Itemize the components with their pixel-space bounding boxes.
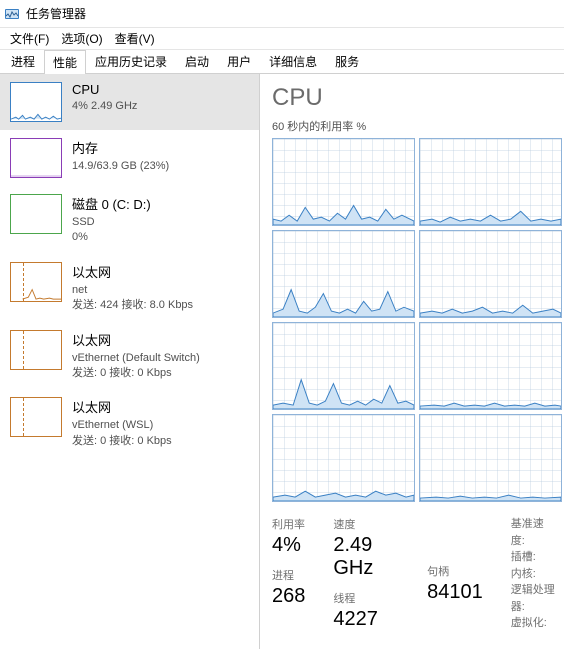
ethernet-thumb-icon bbox=[10, 397, 62, 437]
sidebar-item-cpu[interactable]: CPU 4% 2.49 GHz bbox=[0, 74, 259, 130]
chart-caption: 60 秒内的利用率 % bbox=[272, 118, 564, 134]
stat-label: 线程 bbox=[333, 590, 399, 606]
tabbar: 进程 性能 应用历史记录 启动 用户 详细信息 服务 bbox=[0, 50, 564, 74]
stats-row: 利用率 4% 进程 268 速度 2.49 GHz 线程 4227 句柄 841… bbox=[272, 516, 564, 632]
sidebar-item-label: CPU bbox=[72, 82, 249, 97]
tab-processes[interactable]: 进程 bbox=[2, 49, 44, 73]
content-area: CPU 4% 2.49 GHz 内存 14.9/63.9 GB (23%) 磁盘… bbox=[0, 74, 564, 649]
sidebar-item-sub: 14.9/63.9 GB (23%) bbox=[72, 159, 249, 174]
sidebar-item-sub2: 发送: 0 接收: 0 Kbps bbox=[72, 366, 249, 381]
menu-file[interactable]: 文件(F) bbox=[4, 28, 55, 49]
tab-details[interactable]: 详细信息 bbox=[260, 49, 326, 73]
sidebar-item-ethernet-wsl[interactable]: 以太网 vEthernet (WSL) 发送: 0 接收: 0 Kbps bbox=[0, 389, 259, 457]
sidebar-item-sub2: 发送: 424 接收: 8.0 Kbps bbox=[72, 298, 249, 313]
sidebar-item-sub2: 发送: 0 接收: 0 Kbps bbox=[72, 434, 249, 449]
stat-label: 进程 bbox=[272, 567, 305, 583]
ethernet-thumb-icon bbox=[10, 262, 62, 302]
sidebar-item-label: 以太网 bbox=[72, 330, 249, 349]
stat-label bbox=[427, 516, 483, 528]
cpu-core-chart bbox=[272, 414, 415, 502]
tab-users[interactable]: 用户 bbox=[218, 49, 260, 73]
sidebar-item-label: 磁盘 0 (C: D:) bbox=[72, 194, 249, 213]
disk-thumb-icon bbox=[10, 194, 62, 234]
stat-value-handles: 84101 bbox=[427, 581, 483, 604]
sidebar-item-sub2: 0% bbox=[72, 230, 249, 245]
titlebar: 任务管理器 bbox=[0, 0, 564, 28]
sidebar-item-ethernet-net[interactable]: 以太网 net 发送: 424 接收: 8.0 Kbps bbox=[0, 254, 259, 322]
stat-label: 虚拟化: bbox=[511, 615, 556, 632]
cpu-core-chart bbox=[419, 230, 562, 318]
menu-view[interactable]: 查看(V) bbox=[109, 28, 161, 49]
tab-performance[interactable]: 性能 bbox=[44, 50, 86, 74]
stat-value-utilization: 4% bbox=[272, 534, 305, 557]
cpu-core-chart bbox=[272, 322, 415, 410]
memory-thumb-icon bbox=[10, 138, 62, 178]
tab-apphistory[interactable]: 应用历史记录 bbox=[86, 49, 176, 73]
ethernet-thumb-icon bbox=[10, 330, 62, 370]
stat-value-processes: 268 bbox=[272, 585, 305, 608]
sidebar-item-label: 内存 bbox=[72, 138, 249, 157]
tab-startup[interactable]: 启动 bbox=[176, 49, 218, 73]
window-title: 任务管理器 bbox=[26, 5, 86, 22]
sidebar-item-sub: vEthernet (Default Switch) bbox=[72, 351, 249, 366]
tab-services[interactable]: 服务 bbox=[326, 49, 368, 73]
cpu-chart-grid bbox=[272, 138, 564, 502]
app-icon bbox=[4, 6, 20, 22]
sidebar: CPU 4% 2.49 GHz 内存 14.9/63.9 GB (23%) 磁盘… bbox=[0, 74, 260, 649]
cpu-core-chart bbox=[272, 230, 415, 318]
sidebar-item-memory[interactable]: 内存 14.9/63.9 GB (23%) bbox=[0, 130, 259, 186]
page-title: CPU bbox=[272, 84, 564, 112]
cpu-thumb-icon bbox=[10, 82, 62, 122]
sidebar-item-label: 以太网 bbox=[72, 397, 249, 416]
stat-label: 句柄 bbox=[427, 563, 483, 579]
sidebar-item-sub: vEthernet (WSL) bbox=[72, 418, 249, 433]
stat-label: 逻辑处理器: bbox=[511, 582, 556, 615]
cpu-core-chart bbox=[419, 138, 562, 226]
sidebar-item-disk[interactable]: 磁盘 0 (C: D:) SSD 0% bbox=[0, 186, 259, 254]
stat-value bbox=[427, 530, 483, 553]
sidebar-item-sub: net bbox=[72, 283, 249, 298]
cpu-core-chart bbox=[272, 138, 415, 226]
stat-label: 速度 bbox=[333, 516, 399, 532]
cpu-core-chart bbox=[419, 414, 562, 502]
stat-value-speed: 2.49 GHz bbox=[333, 534, 399, 580]
sidebar-item-ethernet-default[interactable]: 以太网 vEthernet (Default Switch) 发送: 0 接收:… bbox=[0, 322, 259, 390]
stat-label: 利用率 bbox=[272, 516, 305, 532]
sidebar-item-sub: 4% 2.49 GHz bbox=[72, 99, 249, 114]
cpu-core-chart bbox=[419, 322, 562, 410]
stat-label: 插槽: bbox=[511, 549, 556, 566]
sidebar-item-sub: SSD bbox=[72, 215, 249, 230]
detail-panel: CPU 60 秒内的利用率 % 利用率 4% 进程 268 速度 2.49 GH… bbox=[260, 74, 564, 649]
stat-label: 基准速度: bbox=[511, 516, 556, 549]
menubar: 文件(F) 选项(O) 查看(V) bbox=[0, 28, 564, 50]
sidebar-item-label: 以太网 bbox=[72, 262, 249, 281]
stat-value-threads: 4227 bbox=[333, 608, 399, 631]
menu-options[interactable]: 选项(O) bbox=[55, 28, 108, 49]
stat-label: 内核: bbox=[511, 566, 556, 583]
